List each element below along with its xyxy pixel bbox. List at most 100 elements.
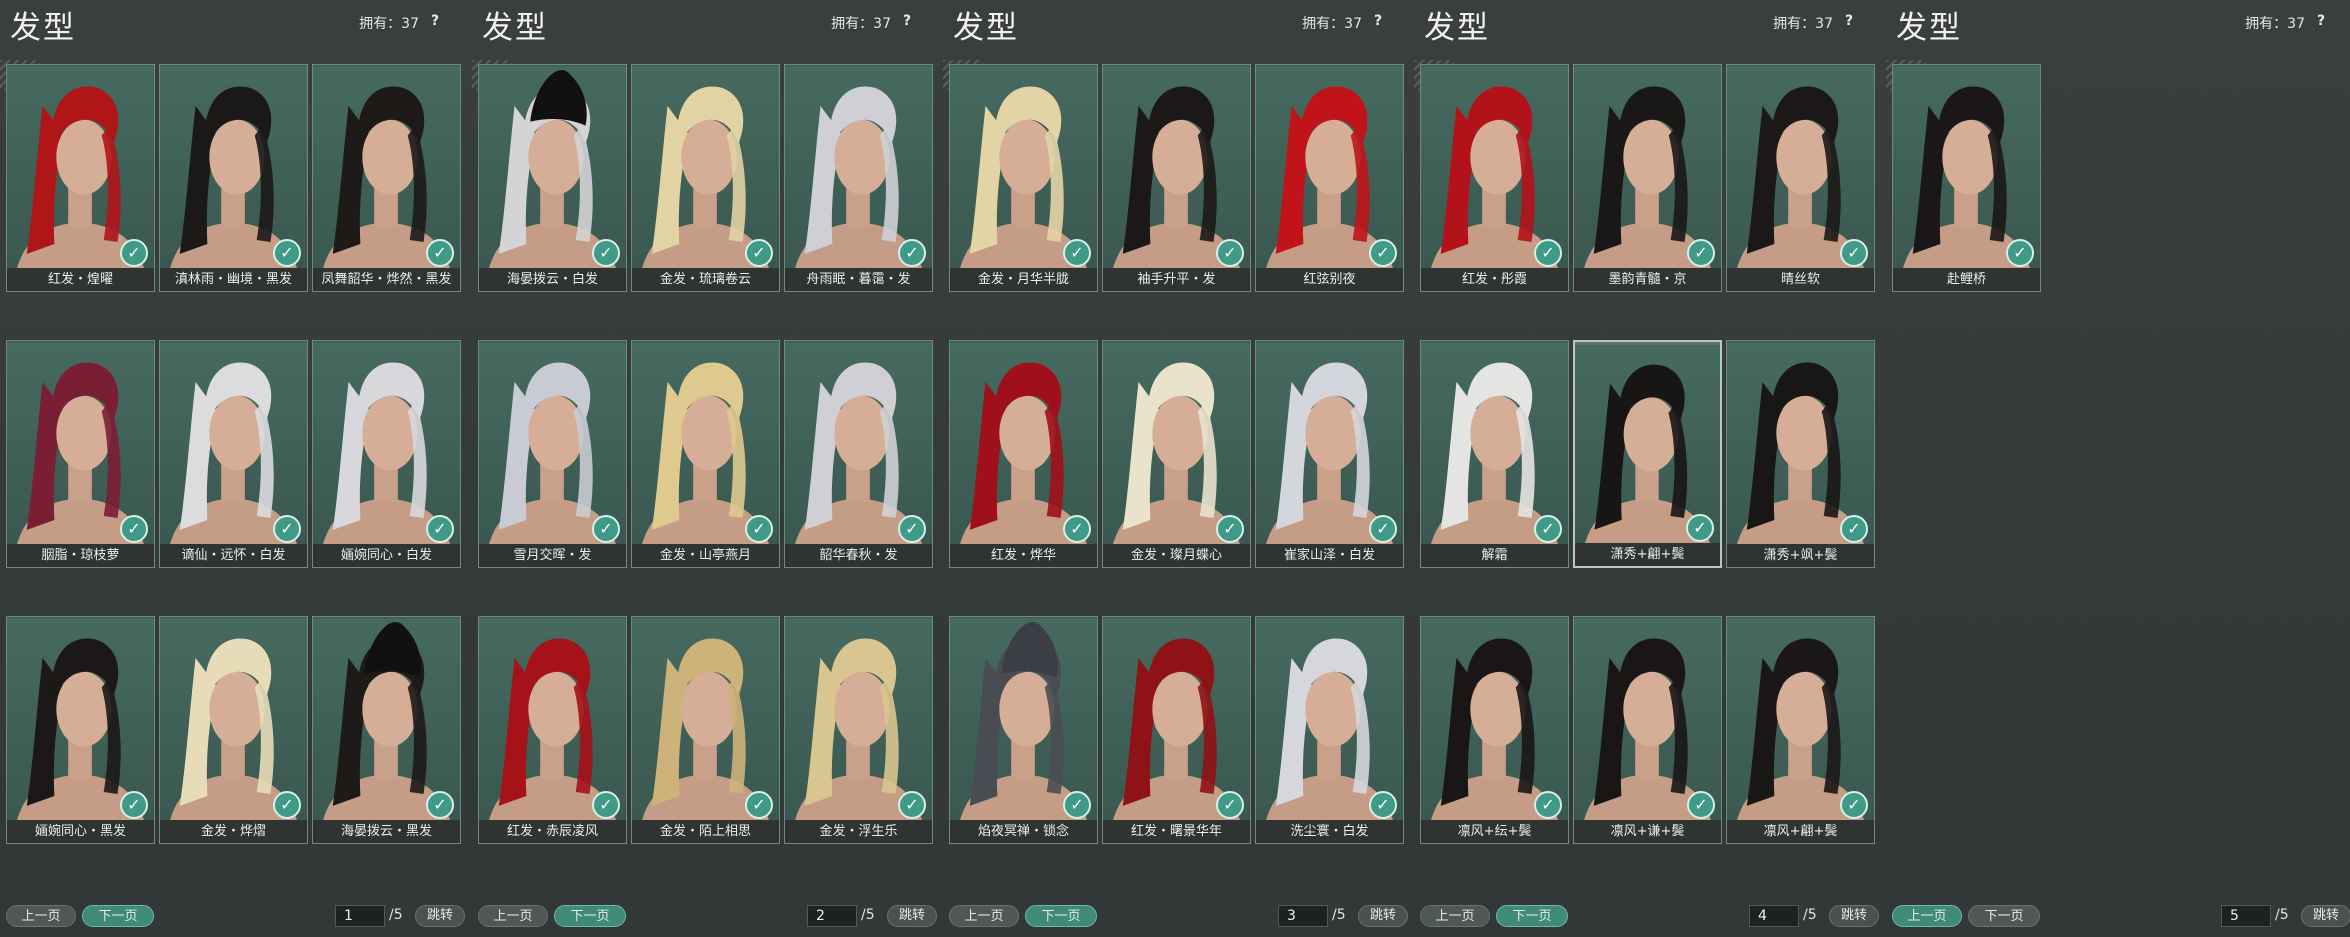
dye-brush-icon[interactable]: ✓ [592,239,620,267]
hairstyle-tile[interactable]: ✓ 焰夜冥禅・锁念 [949,616,1098,844]
page-number-input[interactable]: 3 [1278,905,1328,927]
hairstyle-tile[interactable]: ✓ 凛风+纭+鬓 [1420,616,1569,844]
next-page-button[interactable]: 下一页 [82,905,154,927]
hairstyle-tile[interactable]: ✓ 红发・煌曜 [6,64,155,292]
page-number-input[interactable]: 1 [335,905,385,927]
dye-brush-icon[interactable]: ✓ [898,239,926,267]
hairstyle-tile[interactable]: ✓ 金发・月华半胧 [949,64,1098,292]
hairstyle-tile[interactable]: ✓ 金发・璨月蝶心 [1102,340,1251,568]
dye-brush-icon[interactable]: ✓ [1063,515,1091,543]
page-number-input[interactable]: 5 [2221,905,2271,927]
dye-brush-icon[interactable]: ✓ [1534,791,1562,819]
hairstyle-tile[interactable]: ✓ 晴丝软 [1726,64,1875,292]
page-number-input[interactable]: 4 [1749,905,1799,927]
hairstyle-tile[interactable]: ✓ 谪仙・远怀・白发 [159,340,308,568]
dye-brush-icon[interactable]: ✓ [2006,239,2034,267]
dye-brush-icon[interactable]: ✓ [273,791,301,819]
jump-button[interactable]: 跳转 [1358,905,1408,927]
dye-brush-icon[interactable]: ✓ [592,515,620,543]
jump-button[interactable]: 跳转 [415,905,465,927]
page-number-input[interactable]: 2 [807,905,857,927]
dye-brush-icon[interactable]: ✓ [1369,239,1397,267]
dye-brush-icon[interactable]: ✓ [426,239,454,267]
dye-brush-icon[interactable]: ✓ [120,515,148,543]
dye-brush-icon[interactable]: ✓ [1534,239,1562,267]
dye-brush-icon[interactable]: ✓ [1686,514,1714,542]
hairstyle-tile[interactable]: ✓ 赴鲤桥 [1892,64,2041,292]
hairstyle-tile[interactable]: ✓ 解霜 [1420,340,1569,568]
hairstyle-tile[interactable]: ✓ 红弦别夜 [1255,64,1404,292]
hairstyle-tile[interactable]: ✓ 海晏拨云・黑发 [312,616,461,844]
hairstyle-tile[interactable]: ✓ 袖手升平・发 [1102,64,1251,292]
prev-page-button[interactable]: 上一页 [949,905,1019,927]
hairstyle-tile[interactable]: ✓ 潇秀+飒+鬓 [1726,340,1875,568]
dye-brush-icon[interactable]: ✓ [426,515,454,543]
dye-brush-icon[interactable]: ✓ [745,239,773,267]
dye-brush-icon[interactable]: ✓ [745,791,773,819]
dye-brush-icon[interactable]: ✓ [1216,791,1244,819]
dye-brush-icon[interactable]: ✓ [273,515,301,543]
hairstyle-tile[interactable]: ✓ 金发・烨熠 [159,616,308,844]
hairstyle-tile[interactable]: ✓ 金发・陌上相思 [631,616,780,844]
dye-brush-icon[interactable]: ✓ [1534,515,1562,543]
hairstyle-tile[interactable]: ✓ 金发・浮生乐 [784,616,933,844]
dye-brush-icon[interactable]: ✓ [1063,791,1091,819]
help-icon[interactable]: ? [425,11,445,31]
dye-brush-icon[interactable]: ✓ [1687,791,1715,819]
hairstyle-tile[interactable]: ✓ 金发・山亭燕月 [631,340,780,568]
dye-brush-icon[interactable]: ✓ [120,239,148,267]
jump-button[interactable]: 跳转 [1829,905,1879,927]
hairstyle-tile[interactable]: ✓ 红发・烨华 [949,340,1098,568]
hairstyle-tile[interactable]: ✓ 婳婉同心・黑发 [6,616,155,844]
hairstyle-tile[interactable]: ✓ 洗尘寰・白发 [1255,616,1404,844]
hairstyle-name: 红发・曙景华年 [1103,820,1250,843]
dye-brush-icon[interactable]: ✓ [1369,791,1397,819]
hairstyle-tile[interactable]: ✓ 凛风+谦+鬓 [1573,616,1722,844]
dye-brush-icon[interactable]: ✓ [1216,239,1244,267]
dye-brush-icon[interactable]: ✓ [1687,239,1715,267]
dye-brush-icon[interactable]: ✓ [1369,515,1397,543]
prev-page-button[interactable]: 上一页 [478,905,548,927]
help-icon[interactable]: ? [1839,11,1859,31]
hairstyle-tile[interactable]: ✓ 潇秀+翩+鬓 [1573,340,1722,568]
hairstyle-tile[interactable]: ✓ 韶华春秋・发 [784,340,933,568]
hairstyle-tile[interactable]: ✓ 海晏拨云・白发 [478,64,627,292]
help-icon[interactable]: ? [1368,11,1388,31]
hairstyle-tile[interactable]: ✓ 崔家山泽・白发 [1255,340,1404,568]
jump-button[interactable]: 跳转 [2301,905,2350,927]
help-icon[interactable]: ? [897,11,917,31]
hairstyle-tile[interactable]: ✓ 金发・琉璃卷云 [631,64,780,292]
hairstyle-tile[interactable]: ✓ 婳婉同心・白发 [312,340,461,568]
prev-page-button[interactable]: 上一页 [1892,905,1962,927]
help-icon[interactable]: ? [2311,11,2331,31]
hairstyle-tile[interactable]: ✓ 凤舞韶华・烨然・黑发 [312,64,461,292]
prev-page-button[interactable]: 上一页 [1420,905,1490,927]
prev-page-button[interactable]: 上一页 [6,905,76,927]
next-page-button[interactable]: 下一页 [1025,905,1097,927]
dye-brush-icon[interactable]: ✓ [426,791,454,819]
next-page-button[interactable]: 下一页 [1496,905,1568,927]
hairstyle-tile[interactable]: ✓ 墨韵青髓・京 [1573,64,1722,292]
next-page-button[interactable]: 下一页 [1968,905,2040,927]
hairstyle-tile[interactable]: ✓ 红发・曙景华年 [1102,616,1251,844]
hairstyle-tile[interactable]: ✓ 舟雨眠・暮霭・发 [784,64,933,292]
dye-brush-icon[interactable]: ✓ [1840,515,1868,543]
dye-brush-icon[interactable]: ✓ [120,791,148,819]
dye-brush-icon[interactable]: ✓ [1840,239,1868,267]
dye-brush-icon[interactable]: ✓ [1063,239,1091,267]
jump-button[interactable]: 跳转 [887,905,937,927]
hairstyle-tile[interactable]: ✓ 红发・赤辰凌风 [478,616,627,844]
hairstyle-tile[interactable]: ✓ 红发・彤霞 [1420,64,1569,292]
dye-brush-icon[interactable]: ✓ [745,515,773,543]
dye-brush-icon[interactable]: ✓ [898,791,926,819]
hairstyle-tile[interactable]: ✓ 滇林雨・幽境・黑发 [159,64,308,292]
dye-brush-icon[interactable]: ✓ [1840,791,1868,819]
dye-brush-icon[interactable]: ✓ [1216,515,1244,543]
dye-brush-icon[interactable]: ✓ [273,239,301,267]
hairstyle-tile[interactable]: ✓ 凛风+翩+鬓 [1726,616,1875,844]
hairstyle-tile[interactable]: ✓ 雪月交晖・发 [478,340,627,568]
dye-brush-icon[interactable]: ✓ [592,791,620,819]
next-page-button[interactable]: 下一页 [554,905,626,927]
dye-brush-icon[interactable]: ✓ [898,515,926,543]
hairstyle-tile[interactable]: ✓ 胭脂・琼枝萝 [6,340,155,568]
